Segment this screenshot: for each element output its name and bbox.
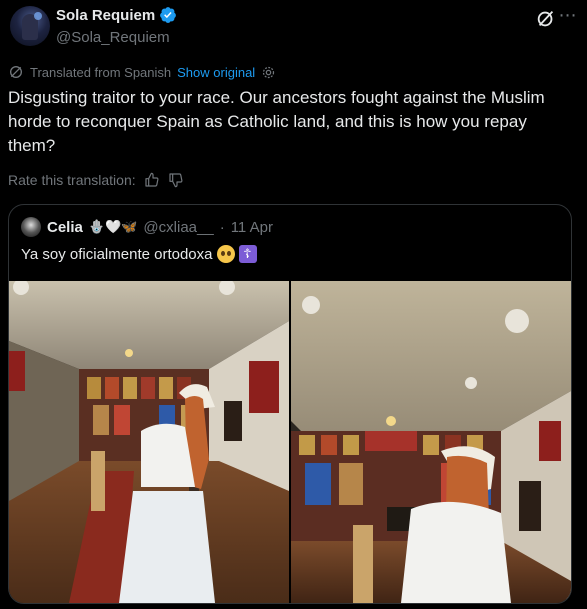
quoted-media: [9, 281, 571, 603]
thumbs-up-icon[interactable]: [144, 172, 160, 188]
tweet: Sola Requiem @Sola_Requiem ⋯ Translated …: [0, 0, 587, 609]
quoted-tweet[interactable]: Celia 🪬🤍🦋 @cxliaa__ · 11 Apr Ya soy ofic…: [8, 204, 572, 604]
translate-icon: [10, 66, 22, 78]
quoted-text: Ya soy oficialmente ortodoxa: [21, 245, 213, 263]
quoted-name-emoji: 🪬🤍🦋: [88, 219, 138, 234]
quoted-date: 11 Apr: [230, 218, 273, 236]
church-photo-left-image: [9, 281, 289, 603]
church-photo-right[interactable]: [291, 281, 571, 603]
author-names: Sola Requiem @Sola_Requiem: [56, 6, 177, 46]
tweet-header: Sola Requiem @Sola_Requiem ⋯: [8, 4, 579, 52]
gear-icon[interactable]: [261, 65, 276, 80]
quoted-tweet-header: Celia 🪬🤍🦋 @cxliaa__ · 11 Apr: [21, 217, 273, 237]
show-original-link[interactable]: Show original: [177, 65, 255, 80]
tweet-text: Disgusting traitor to your race. Our anc…: [8, 88, 545, 155]
grok-icon[interactable]: [535, 8, 557, 30]
translated-from-label: Translated from Spanish: [30, 64, 172, 80]
church-photo-right-image: [291, 281, 571, 603]
verified-badge-icon: [160, 7, 177, 23]
quoted-display-name: Celia: [47, 218, 83, 236]
quoted-handle: @cxliaa__: [143, 218, 214, 236]
pleading-face-emoji-icon: [216, 245, 235, 263]
translation-notice: Translated from Spanish Show original: [8, 64, 276, 80]
church-photo-left[interactable]: [9, 281, 289, 603]
rate-translation-label: Rate this translation:: [8, 172, 136, 188]
quoted-separator: ·: [219, 218, 225, 236]
thumbs-down-icon[interactable]: [168, 172, 184, 188]
quoted-text-row: Ya soy oficialmente ortodoxa ☦: [21, 245, 257, 263]
handle[interactable]: @Sola_Requiem: [56, 29, 177, 46]
display-name[interactable]: Sola Requiem: [56, 7, 155, 24]
rate-translation: Rate this translation:: [8, 172, 184, 188]
avatar[interactable]: [10, 6, 50, 46]
more-icon[interactable]: ⋯: [557, 6, 579, 28]
orthodox-cross-emoji-icon: ☦: [238, 245, 257, 263]
quoted-avatar: [21, 217, 41, 237]
